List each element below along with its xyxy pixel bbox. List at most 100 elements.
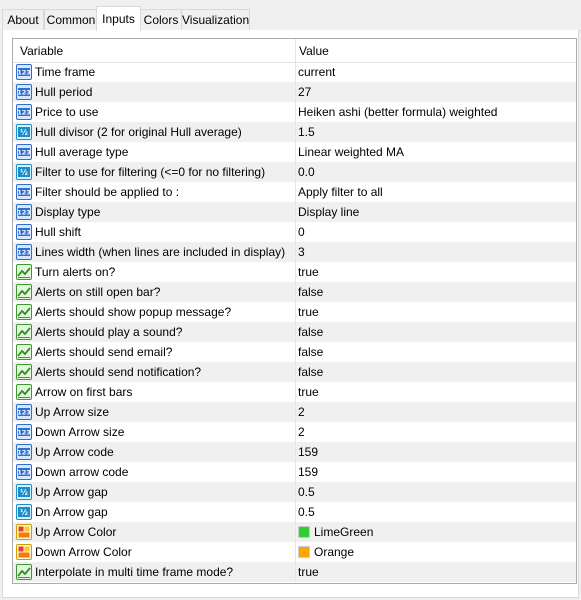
param-value: 0.5 — [298, 505, 315, 519]
param-value-field[interactable]: 0.5 — [298, 482, 315, 502]
param-row-time-frame[interactable]: 123 Time frame current — [13, 62, 576, 82]
param-value: 0.0 — [298, 165, 315, 179]
param-value-field[interactable]: 0.5 — [298, 502, 315, 522]
param-value-field[interactable]: 0.0 — [298, 162, 315, 182]
param-value-field[interactable]: false — [298, 282, 323, 302]
column-divider[interactable] — [295, 39, 296, 62]
param-row-alerts-on-still-open-bar[interactable]: Alerts on still open bar? false — [13, 282, 576, 302]
svg-text:123: 123 — [17, 429, 31, 437]
cell-divider — [295, 82, 296, 102]
cell-divider — [295, 102, 296, 122]
svg-text:½: ½ — [20, 508, 28, 517]
cell-divider — [295, 182, 296, 202]
param-value-field[interactable]: Display line — [298, 202, 359, 222]
param-row-interpolate-in-multi-time-frame-mode[interactable]: Interpolate in multi time frame mode? tru… — [13, 562, 576, 582]
param-row-display-type[interactable]: 123 Display type Display line — [13, 202, 576, 222]
param-name: Hull divisor (2 for original Hull averag… — [35, 125, 242, 139]
color-value-field[interactable]: LimeGreen — [298, 522, 373, 542]
cell-divider — [295, 302, 296, 322]
param-row-up-arrow-gap[interactable]: ½ Up Arrow gap 0.5 — [13, 482, 576, 502]
tab-inputs[interactable]: Inputs — [96, 6, 141, 31]
tab-common[interactable]: Common — [44, 9, 98, 30]
svg-text:123: 123 — [17, 469, 31, 477]
param-row-down-arrow-color[interactable]: Down Arrow Color Orange — [13, 542, 576, 562]
param-value-field[interactable]: false — [298, 362, 323, 382]
param-row-alerts-should-send-email[interactable]: Alerts should send email? false — [13, 342, 576, 362]
param-value-field[interactable]: true — [298, 562, 319, 582]
cell-divider — [295, 462, 296, 482]
param-row-filter-to-use-for-filtering-0-for-no-filtering[interactable]: ½ Filter to use for filtering (<=0 for no… — [13, 162, 576, 182]
param-row-down-arrow-size[interactable]: 123 Down Arrow size 2 — [13, 422, 576, 442]
column-header-value[interactable]: Value — [299, 39, 329, 62]
param-row-hull-period[interactable]: 123 Hull period 27 — [13, 82, 576, 102]
param-row-alerts-should-send-notification[interactable]: Alerts should send notification? false — [13, 362, 576, 382]
param-value-field[interactable]: 2 — [298, 422, 305, 442]
tab-about[interactable]: About — [2, 9, 44, 30]
param-row-hull-average-type[interactable]: 123 Hull average type Linear weighted MA — [13, 142, 576, 162]
param-row-hull-divisor-2-for-original-hull-average[interactable]: ½ Hull divisor (2 for original Hull avera… — [13, 122, 576, 142]
cell-divider — [295, 222, 296, 242]
param-name: Hull average type — [35, 145, 129, 159]
bool-icon — [16, 344, 32, 360]
cell-divider — [295, 342, 296, 362]
column-header-variable[interactable]: Variable — [20, 39, 63, 62]
param-row-arrow-on-first-bars[interactable]: Arrow on first bars true — [13, 382, 576, 402]
param-name: Filter to use for filtering (<=0 for no … — [35, 165, 266, 179]
int-icon: 123 — [16, 84, 32, 100]
param-name: Down arrow code — [35, 465, 129, 479]
param-value-field[interactable]: false — [298, 322, 323, 342]
param-value-field[interactable]: 159 — [298, 462, 318, 482]
param-value-field[interactable]: 159 — [298, 442, 318, 462]
param-value: 159 — [298, 445, 319, 459]
param-value-field[interactable]: 2 — [298, 402, 305, 422]
param-row-alerts-should-play-a-sound[interactable]: Alerts should play a sound? false — [13, 322, 576, 342]
param-value-field[interactable]: 1.5 — [298, 122, 315, 142]
param-value-field[interactable]: true — [298, 302, 319, 322]
cell-divider — [295, 282, 296, 302]
param-row-up-arrow-size[interactable]: 123 Up Arrow size 2 — [13, 402, 576, 422]
svg-text:123: 123 — [17, 449, 31, 457]
param-row-alerts-should-show-popup-message[interactable]: Alerts should show popup message? true — [13, 302, 576, 322]
param-value-field[interactable]: 3 — [298, 242, 305, 262]
svg-text:123: 123 — [17, 149, 31, 157]
cell-divider — [295, 542, 296, 562]
param-value: 1.5 — [298, 125, 315, 139]
int-icon: 123 — [16, 424, 32, 440]
int-icon: 123 — [16, 404, 32, 420]
param-value-field[interactable]: true — [298, 262, 319, 282]
bool-icon — [16, 304, 32, 320]
param-value-field[interactable]: 27 — [298, 82, 311, 102]
grid-rows: 123 Time frame current 123 Hull period 27 123 P… — [13, 62, 576, 582]
param-row-up-arrow-code[interactable]: 123 Up Arrow code 159 — [13, 442, 576, 462]
param-value-field[interactable]: 0 — [298, 222, 305, 242]
param-value-field[interactable]: false — [298, 342, 323, 362]
param-row-hull-shift[interactable]: 123 Hull shift 0 — [13, 222, 576, 242]
param-row-turn-alerts-on[interactable]: Turn alerts on? true — [13, 262, 576, 282]
param-row-price-to-use[interactable]: 123 Price to use Heiken ashi (better formu… — [13, 102, 576, 122]
param-value: Heiken ashi (better formula) weighted — [298, 105, 498, 119]
svg-text:123: 123 — [17, 249, 31, 257]
param-value-field[interactable]: Heiken ashi (better formula) weighted — [298, 102, 497, 122]
bool-icon — [16, 264, 32, 280]
param-value-field[interactable]: true — [298, 382, 319, 402]
param-value: false — [298, 345, 324, 359]
cell-divider — [295, 522, 296, 542]
param-row-lines-width-when-lines-are-included-in-display[interactable]: 123 Lines width (when lines are included … — [13, 242, 576, 262]
bool-icon — [16, 564, 32, 580]
param-row-dn-arrow-gap[interactable]: ½ Dn Arrow gap 0.5 — [13, 502, 576, 522]
svg-text:123: 123 — [17, 229, 31, 237]
tab-colors[interactable]: Colors — [139, 9, 183, 30]
param-row-up-arrow-color[interactable]: Up Arrow Color LimeGreen — [13, 522, 576, 542]
param-value-field[interactable]: current — [298, 62, 335, 82]
color-value-field[interactable]: Orange — [298, 542, 354, 562]
cell-divider — [295, 242, 296, 262]
param-value-field[interactable]: Linear weighted MA — [298, 142, 404, 162]
tab-visualization[interactable]: Visualization — [181, 9, 250, 30]
param-value: Linear weighted MA — [298, 145, 405, 159]
svg-text:123: 123 — [17, 209, 31, 217]
int-icon: 123 — [16, 64, 32, 80]
param-row-filter-should-be-applied-to[interactable]: 123 Filter should be applied to : Apply fi… — [13, 182, 576, 202]
param-value-field[interactable]: Apply filter to all — [298, 182, 383, 202]
int-icon: 123 — [16, 444, 32, 460]
param-row-down-arrow-code[interactable]: 123 Down arrow code 159 — [13, 462, 576, 482]
